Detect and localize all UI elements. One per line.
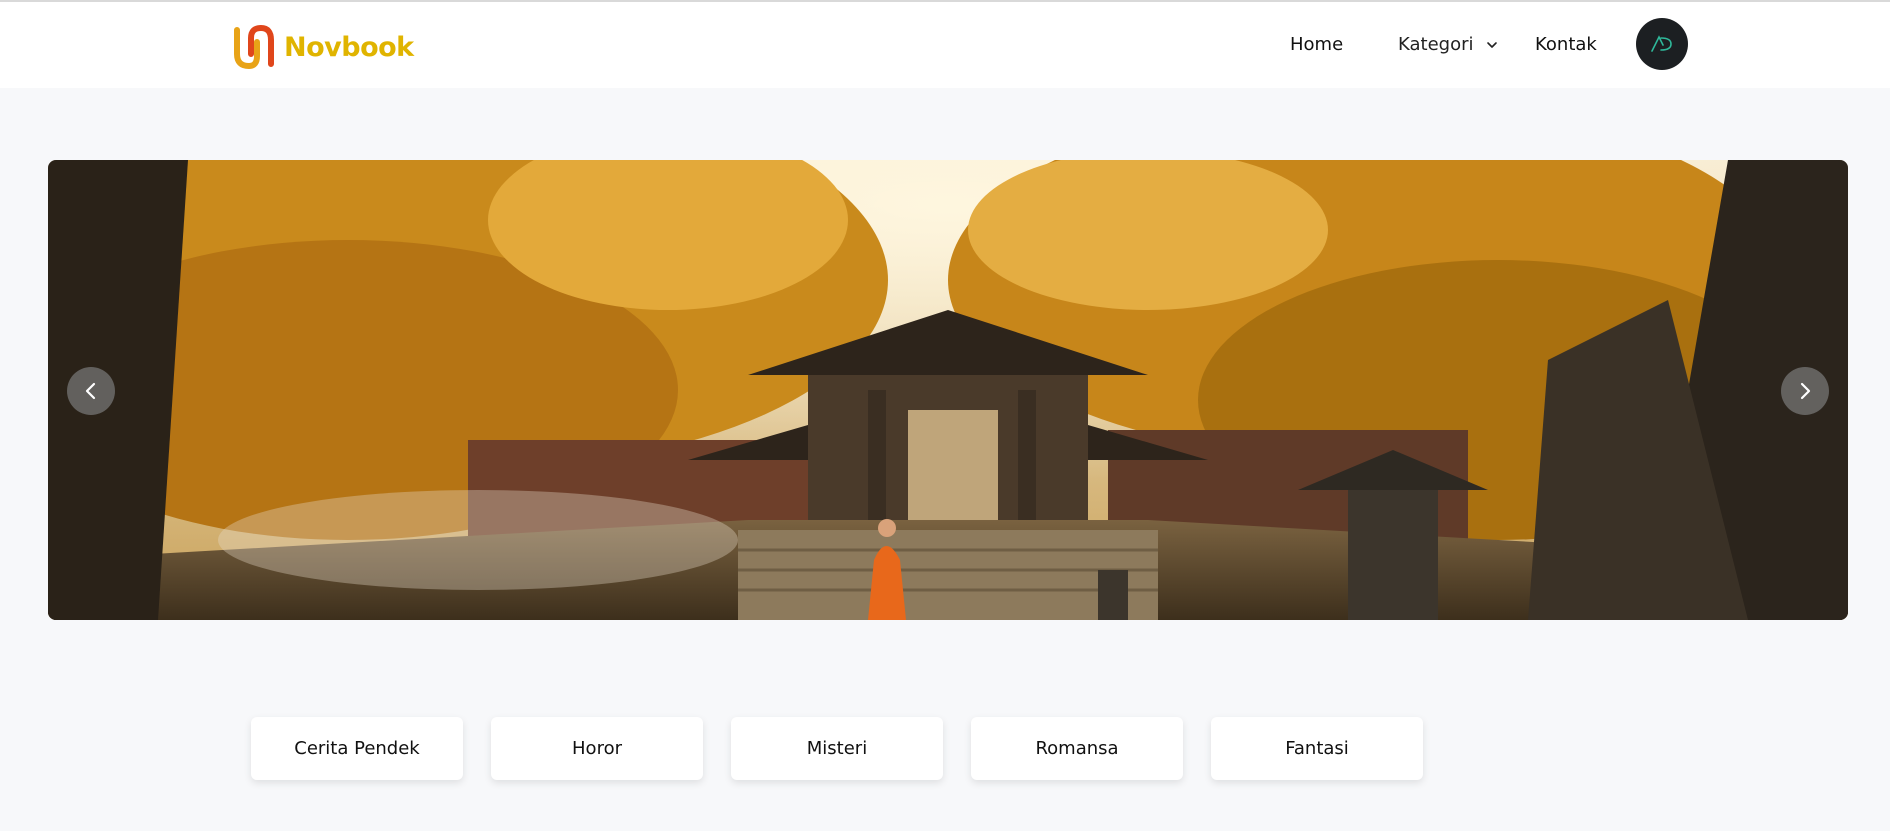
category-romansa[interactable]: Romansa: [971, 717, 1183, 780]
chevron-down-icon: [1486, 41, 1497, 48]
carousel-next-button[interactable]: [1781, 367, 1829, 415]
nav-kontak[interactable]: Kontak: [1535, 34, 1597, 55]
hero-carousel: [48, 160, 1848, 620]
chevron-left-icon: [85, 382, 96, 400]
carousel-prev-button[interactable]: [67, 367, 115, 415]
nav-home[interactable]: Home: [1290, 34, 1343, 55]
carousel-slide-image: [48, 160, 1848, 620]
category-fantasi[interactable]: Fantasi: [1211, 717, 1423, 780]
nav-kategori-dropdown[interactable]: Kategori: [1398, 34, 1498, 55]
category-misteri[interactable]: Misteri: [731, 717, 943, 780]
avatar-logo-icon: [1651, 35, 1672, 52]
nav-kategori-label: Kategori: [1398, 34, 1474, 55]
navbar: Novbook Home Kategori Kontak: [0, 2, 1890, 88]
category-list: Cerita Pendek Horor Misteri Romansa Fant…: [251, 717, 1423, 780]
category-cerita-pendek[interactable]: Cerita Pendek: [251, 717, 463, 780]
brand-link[interactable]: Novbook: [230, 24, 414, 70]
brand-name: Novbook: [284, 31, 414, 63]
avatar[interactable]: [1636, 18, 1688, 70]
chevron-right-icon: [1800, 382, 1811, 400]
novbook-logo-icon: [234, 24, 274, 70]
category-horor[interactable]: Horor: [491, 717, 703, 780]
